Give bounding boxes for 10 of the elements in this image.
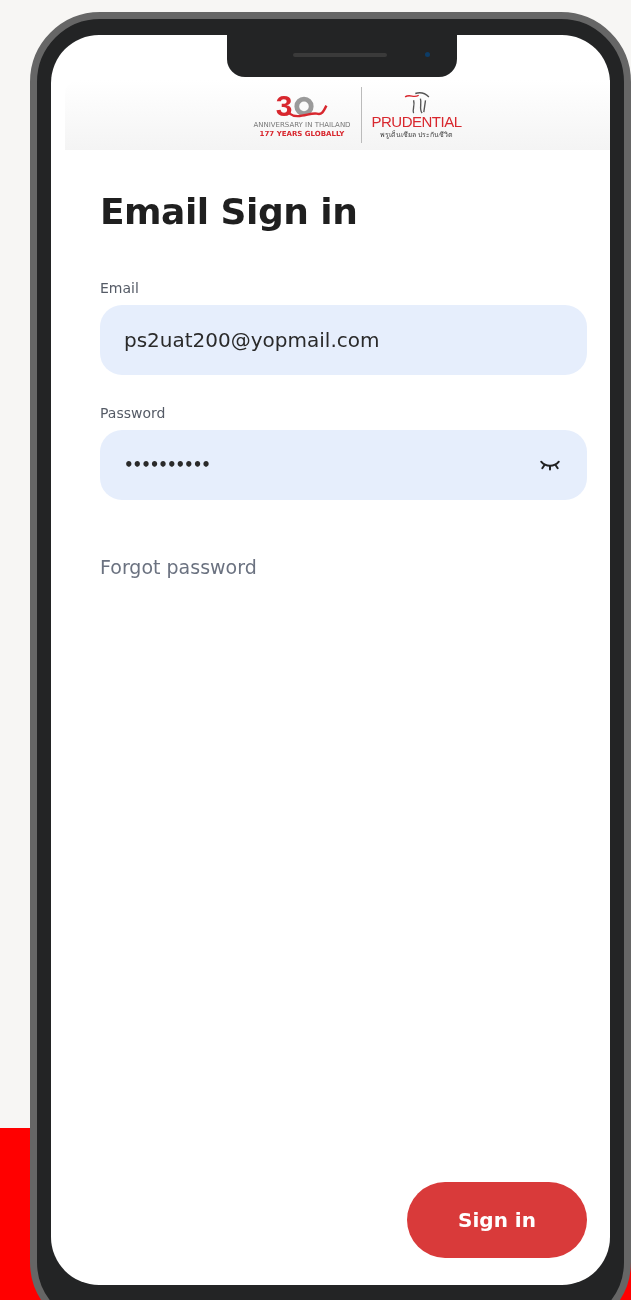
forgot-password-link[interactable]: Forgot password [100,556,257,578]
field-label: Email [100,280,140,296]
password-field[interactable]: •••••••••• [100,430,587,500]
email-field[interactable]: ps2uat200@yopmail.com [100,305,587,375]
page-title: Email Sign in [100,190,359,234]
brand-name: PRUDENTIAL [371,114,462,130]
anniversary-number: 3 [275,91,293,121]
field-label: Password [100,405,167,421]
sign-in-button[interactable]: Sign in [407,1182,587,1258]
closed-eye-icon[interactable] [539,458,561,472]
